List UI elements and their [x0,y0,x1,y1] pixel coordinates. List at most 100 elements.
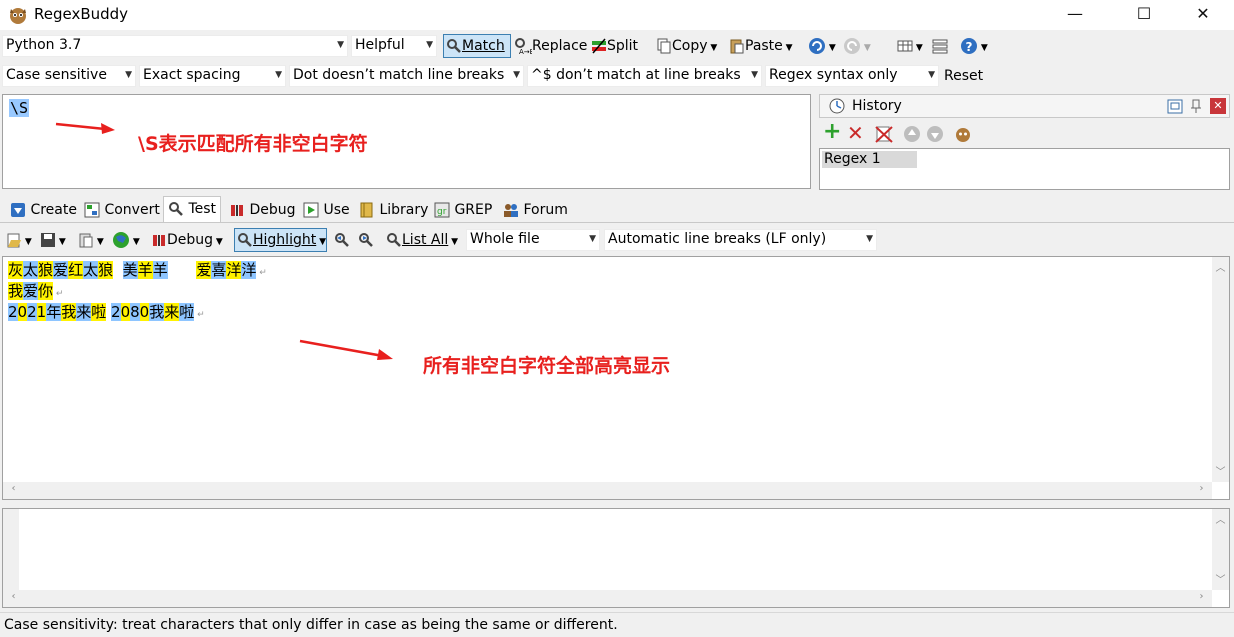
syntax-select[interactable]: Regex syntax only ▼ [765,65,939,87]
float-panel-icon[interactable] [1167,99,1183,114]
close-panel-icon[interactable]: ✕ [1210,98,1226,114]
spacing-select[interactable]: Exact spacing ▼ [139,65,286,87]
maximize-button[interactable]: ☐ [1121,0,1167,30]
history-item[interactable]: Regex 1 [822,151,917,168]
regex-editor[interactable]: \S \S表示匹配所有非空白字符 [2,94,811,189]
results-area[interactable]: ︿ ﹀ ‹ › [2,508,1230,608]
subject-text-area[interactable]: 灰太狼爱红太狼 美羊羊 爱喜洋洋 ↵ 我爱你 ↵ 2021年我来啦 2080我来啦 … [2,256,1230,500]
line-breaks-select[interactable]: Automatic line breaks (LF only) ▼ [604,229,877,251]
pin-icon[interactable] [1189,99,1203,114]
panels-button[interactable] [932,34,948,58]
dot-value: Dot doesn’t match line breaks [293,67,505,83]
delete-icon[interactable]: ✕ [847,123,864,143]
minimize-button[interactable]: — [1052,0,1098,30]
redo-button[interactable]: ▼ [843,34,871,58]
line-break-marker: ↵ [194,310,205,320]
tab-grep[interactable]: gr GREP [430,198,496,222]
scroll-right-icon[interactable]: › [1193,483,1210,494]
tab-label: Library [379,202,429,218]
vertical-scrollbar[interactable]: ︿ ﹀ [1212,509,1229,590]
match-highlight: 来 [164,303,180,321]
scroll-left-icon[interactable]: ‹ [5,591,22,602]
replace-button[interactable]: A→B Replace [514,34,587,58]
previous-match-button[interactable] [334,228,350,252]
arrow-annotation-icon [55,122,115,134]
match-highlight: 0 [139,303,150,321]
scroll-right-icon[interactable]: › [1193,591,1210,602]
history-header: History ✕ [819,94,1230,118]
mode-value: Helpful [355,37,405,53]
tab-library[interactable]: Library [355,198,432,222]
mode-select[interactable]: Helpful ▼ [351,35,437,57]
replace-label: Replace [532,38,588,54]
help-icon: ? [961,38,977,54]
tab-label: Convert [104,202,160,218]
match-highlight: 我 [8,282,24,300]
open-file-button[interactable]: ▼ [6,228,32,252]
close-button[interactable]: ✕ [1180,0,1226,30]
split-button[interactable]: Split [591,34,638,58]
tab-convert[interactable]: Convert [80,198,164,222]
scroll-up-icon[interactable]: ︿ [1212,259,1229,274]
magnifier-icon [238,233,252,247]
match-button[interactable]: Match [443,34,511,58]
match-highlight: 爱 [53,261,69,279]
scope-select[interactable]: Whole file ▼ [466,229,600,251]
grid-icon [897,40,913,52]
main-toolbar: Python 3.7 ▼ Helpful ▼ Match A→B Replace… [0,32,1234,60]
copy-button[interactable]: Copy ▼ [656,34,717,58]
save-button[interactable]: ▼ [40,228,66,252]
delete-all-icon[interactable] [875,125,893,143]
flavor-value: Python 3.7 [6,37,82,53]
match-highlight: 太 [83,261,99,279]
dot-select[interactable]: Dot doesn’t match line breaks ▼ [289,65,524,87]
case-select[interactable]: Case sensitive ▼ [2,65,136,87]
arrow-annotation-icon [299,339,393,360]
debug-button[interactable]: Debug ▼ [151,228,223,252]
move-down-icon[interactable] [926,125,944,143]
list-all-button[interactable]: List All ▼ [386,228,458,252]
tab-label: Test [188,201,217,217]
move-up-icon[interactable] [903,125,921,143]
globe-icon [113,232,129,248]
svg-text:A→B: A→B [519,48,532,55]
history-list[interactable]: Regex 1 [819,148,1230,190]
anchors-select[interactable]: ^$ don’t match at line breaks ▼ [527,65,762,87]
paste-button[interactable]: Paste ▼ [729,34,793,58]
horizontal-scrollbar[interactable]: ‹ › [3,590,1212,607]
tab-test[interactable]: Test [163,196,222,222]
vertical-scrollbar[interactable]: ︿ ﹀ [1212,257,1229,482]
horizontal-scrollbar[interactable]: ‹ › [3,482,1212,499]
tab-debug[interactable]: Debug [225,198,300,222]
scroll-left-icon[interactable]: ‹ [5,483,22,494]
add-icon[interactable]: + [823,121,841,143]
flavor-select[interactable]: Python 3.7 ▼ [2,35,348,57]
debug-label: Debug [167,232,214,248]
scroll-down-icon[interactable]: ﹀ [1212,571,1229,586]
tab-use[interactable]: Use [299,198,354,222]
tab-forum[interactable]: Forum [499,198,572,222]
highlight-button[interactable]: Highlight ▼ [234,228,327,252]
split-icon [592,38,606,54]
history-panel: History ✕ + ✕ Regex 1 [819,94,1230,190]
reset-button[interactable]: Reset [944,64,983,88]
tab-create[interactable]: Create [6,198,81,222]
match-highlight: 来 [76,303,92,321]
debug-icon [231,205,243,216]
scroll-down-icon[interactable]: ﹀ [1212,463,1229,478]
magnifier-icon [387,233,401,247]
layout-grid-button[interactable]: ▼ [897,34,923,58]
next-match-button[interactable] [358,228,374,252]
undo-button[interactable]: ▼ [808,34,836,58]
subject-line: 2021年我来啦 2080我来啦 ↵ [8,301,205,322]
status-text: Case sensitivity: treat characters that … [4,617,618,633]
match-highlight: 啦 [91,303,107,321]
replace-icon: A→B [515,38,532,55]
web-button[interactable]: ▼ [112,228,140,252]
help-button[interactable]: ? ▼ [960,34,988,58]
scroll-up-icon[interactable]: ︿ [1212,511,1229,526]
buddy-icon[interactable] [954,125,972,143]
clipboard-button[interactable]: ▼ [78,228,104,252]
zoom-next-icon [359,233,373,247]
